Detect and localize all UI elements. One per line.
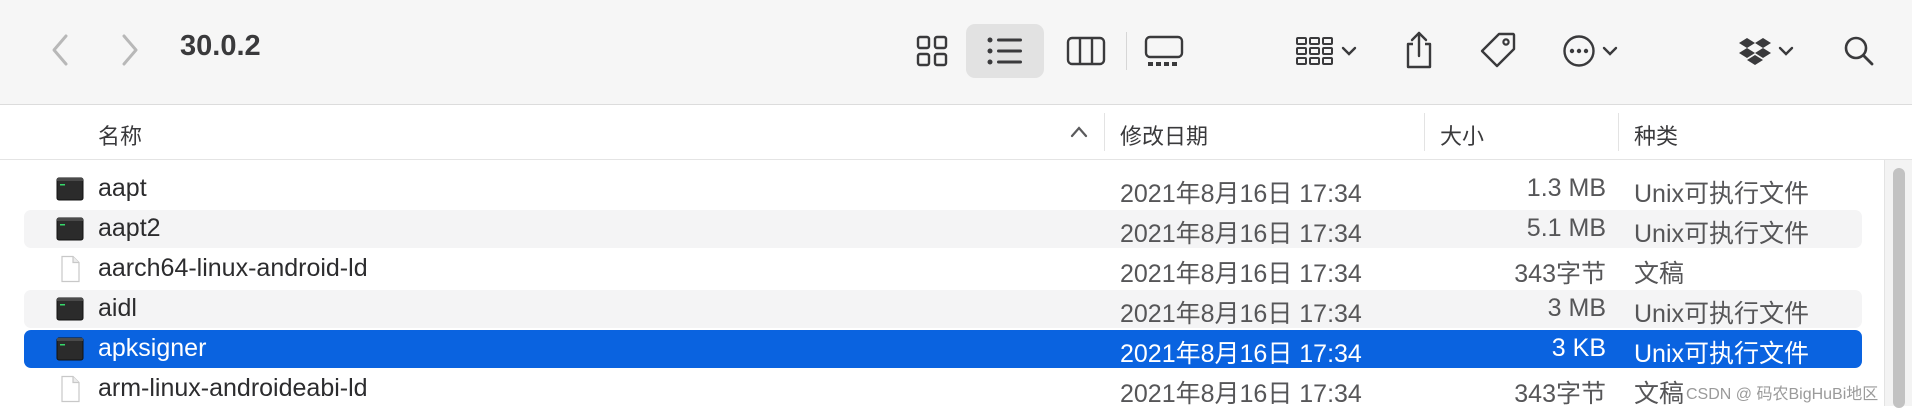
file-modified: 2021年8月16日 17:34	[1120, 300, 1362, 328]
chevron-down-icon	[1341, 46, 1357, 56]
file-row-selected[interactable]: apksigner 2021年8月16日 17:34 3 KB Unix可执行文…	[24, 330, 1862, 368]
chevron-down-icon	[1778, 46, 1794, 56]
column-name[interactable]: 名称	[98, 119, 142, 151]
file-name: aapt2	[98, 214, 161, 242]
column-modified[interactable]: 修改日期	[1120, 119, 1208, 151]
terminal-exec-icon	[56, 337, 84, 361]
more-actions-button[interactable]	[1554, 26, 1626, 76]
columns-icon	[1066, 36, 1106, 66]
file-row[interactable]: arm-linux-androideabi-ld 2021年8月16日 17:3…	[24, 370, 1862, 408]
file-name: aapt	[98, 174, 147, 202]
column-divider[interactable]	[1618, 113, 1619, 151]
terminal-exec-icon	[56, 177, 84, 201]
terminal-exec-icon	[56, 297, 84, 321]
document-icon	[61, 255, 80, 283]
window-title: 30.0.2	[180, 30, 261, 62]
file-row[interactable]: aarch64-linux-android-ld 2021年8月16日 17:3…	[24, 250, 1862, 288]
tag-button[interactable]	[1472, 24, 1524, 76]
vertical-scrollbar[interactable]	[1884, 160, 1912, 408]
column-header: 名称 修改日期 大小 种类	[0, 105, 1912, 160]
file-name: apksigner	[98, 334, 207, 362]
group-button[interactable]	[1288, 26, 1364, 76]
file-row[interactable]: aidl 2021年8月16日 17:34 3 MB Unix可执行文件	[24, 290, 1862, 328]
file-kind: 文稿	[1634, 380, 1685, 408]
file-row[interactable]: aapt 2021年8月16日 17:34 1.3 MB Unix可执行文件	[24, 170, 1862, 208]
column-size[interactable]: 大小	[1440, 119, 1484, 151]
file-row[interactable]: aapt2 2021年8月16日 17:34 5.1 MB Unix可执行文件	[24, 210, 1862, 248]
tag-icon	[1480, 32, 1516, 68]
dropbox-icon	[1739, 38, 1771, 65]
share-button[interactable]	[1394, 22, 1444, 78]
back-button[interactable]	[40, 30, 80, 70]
terminal-exec-icon	[56, 217, 84, 241]
gallery-view-button[interactable]	[1132, 26, 1196, 76]
icon-view-button[interactable]	[900, 26, 964, 76]
file-name: aidl	[98, 294, 137, 322]
forward-button[interactable]	[110, 30, 150, 70]
file-size: 5.1 MB	[1526, 214, 1606, 242]
file-modified: 2021年8月16日 17:34	[1120, 340, 1362, 368]
share-icon	[1406, 31, 1432, 69]
document-icon	[61, 375, 80, 403]
file-kind: Unix可执行文件	[1634, 340, 1810, 368]
file-name: aarch64-linux-android-ld	[98, 254, 368, 282]
search-icon	[1844, 36, 1874, 66]
column-view-button[interactable]	[1054, 26, 1118, 76]
toolbar: 30.0.2	[0, 0, 1912, 105]
column-kind[interactable]: 种类	[1634, 119, 1678, 151]
search-button[interactable]	[1834, 26, 1884, 76]
gallery-icon	[1144, 35, 1184, 66]
file-kind: Unix可执行文件	[1634, 300, 1810, 328]
scrollbar-thumb[interactable]	[1893, 168, 1905, 408]
dropbox-button[interactable]	[1730, 26, 1802, 76]
file-size: 1.3 MB	[1526, 174, 1606, 202]
file-modified: 2021年8月16日 17:34	[1120, 380, 1362, 408]
file-size: 3 KB	[1551, 334, 1606, 362]
file-size: 3 MB	[1547, 294, 1606, 322]
file-size: 343字节	[1514, 380, 1606, 408]
file-size: 343字节	[1514, 260, 1606, 288]
chevron-down-icon	[1602, 46, 1618, 56]
chevron-right-icon	[122, 34, 138, 66]
list-icon	[987, 37, 1022, 65]
chevron-left-icon	[52, 34, 68, 66]
group-icon	[1296, 37, 1333, 65]
list-view-button[interactable]	[966, 24, 1044, 78]
toolbar-separator	[1126, 32, 1127, 70]
column-divider[interactable]	[1424, 113, 1425, 151]
file-modified: 2021年8月16日 17:34	[1120, 220, 1362, 248]
file-kind: Unix可执行文件	[1634, 180, 1810, 208]
watermark: CSDN @ 码农BigHuBi地区	[1686, 386, 1879, 403]
icon-grid-icon	[916, 35, 948, 67]
sort-ascending-icon[interactable]	[1070, 125, 1088, 139]
file-modified: 2021年8月16日 17:34	[1120, 180, 1362, 208]
file-name: arm-linux-androideabi-ld	[98, 374, 368, 402]
more-icon	[1563, 35, 1595, 67]
file-modified: 2021年8月16日 17:34	[1120, 260, 1362, 288]
column-divider[interactable]	[1104, 113, 1105, 151]
file-kind: 文稿	[1634, 260, 1685, 288]
file-kind: Unix可执行文件	[1634, 220, 1810, 248]
